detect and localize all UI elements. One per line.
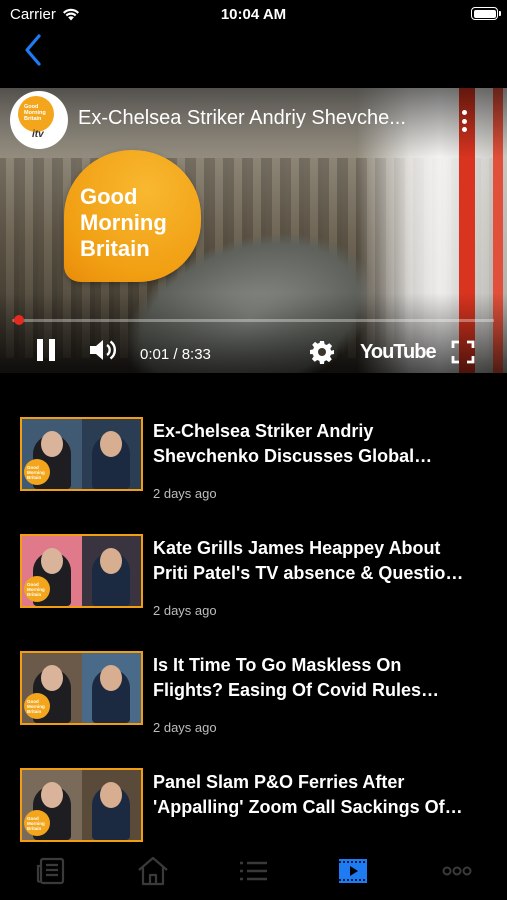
speaker-icon [90,340,117,360]
youtube-logo[interactable]: YouTube [360,341,437,364]
video-item-title[interactable]: Kate Grills James Heappey About Priti Pa… [153,536,473,586]
video-list-item[interactable]: Good Morning Britain Ex-Chelsea Striker And… [0,414,507,514]
thumb-face [40,431,63,457]
channel-logo-sun: Good Morning Britain [18,96,54,132]
video-title[interactable]: Ex-Chelsea Striker Andriy Shevche... [78,107,428,130]
tab-video[interactable] [336,856,370,886]
volume-button[interactable] [88,337,118,363]
thumb-panel-right [81,653,141,723]
progress-scrubber[interactable] [14,315,24,325]
video-item-date: 2 days ago [153,603,217,618]
more-icon [442,866,472,876]
clock: 10:04 AM [220,6,287,23]
badge-line-3: Britain [80,236,150,261]
video-list-item[interactable]: Good Morning Britain Kate Grills James Heap… [0,531,507,631]
tab-home[interactable] [136,856,170,886]
more-vertical-icon [461,110,467,115]
video-thumbnail[interactable]: Good Morning Britain [20,534,143,608]
gmb-logo-badge: Good Morning Britain [64,150,201,282]
thumb-badge-line: Britain [27,475,42,480]
video-item-date: 2 days ago [153,720,217,735]
thumb-badge-line: Britain [27,709,42,714]
thumb-face [100,782,123,808]
more-options-button[interactable] [457,108,471,134]
gear-icon [310,341,334,364]
progress-bar[interactable] [12,315,494,325]
thumb-gmb-badge: Good Morning Britain [24,810,50,836]
home-icon [138,856,168,886]
newspaper-icon [36,857,65,885]
video-item-title[interactable]: Is It Time To Go Maskless On Flights? Ea… [153,653,473,703]
thumb-panel-right [81,536,141,606]
video-thumbnail[interactable]: Good Morning Britain [20,768,143,842]
thumb-panel-right [81,419,141,489]
tab-list[interactable] [236,856,270,886]
tab-news[interactable] [36,856,70,886]
thumb-badge-line: Britain [27,826,42,831]
thumb-face [100,431,123,457]
thumb-gmb-badge: Good Morning Britain [24,459,50,485]
video-item-title[interactable]: Panel Slam P&O Ferries After 'Appalling'… [153,770,473,820]
thumb-face [100,665,123,691]
badge-line-1: Good [80,184,138,209]
tab-more[interactable] [440,856,474,886]
fullscreen-icon [451,340,475,364]
network-logo: itv [32,129,44,140]
more-vertical-dot [461,127,467,132]
video-list-item[interactable]: Good Morning Britain Is It Time To Go Maskl… [0,648,507,748]
thumb-face [40,665,63,691]
back-button[interactable] [20,32,48,68]
thumb-gmb-badge: Good Morning Britain [24,576,50,602]
channel-avatar[interactable]: Good Morning Britain itv [10,91,68,149]
time-display: 0:01 / 8:33 [140,346,211,363]
thumb-face [100,548,123,574]
thumb-face [40,782,63,808]
chevron-left-icon [25,34,41,66]
video-item-title[interactable]: Ex-Chelsea Striker Andriy Shevchenko Dis… [153,419,473,469]
channel-logo-line-3: Britain [24,116,42,122]
thumb-panel-right [81,770,141,840]
video-thumbnail[interactable]: Good Morning Britain [20,417,143,491]
status-bar: Carrier 10:04 AM [0,0,507,28]
thumb-badge-line: Britain [27,592,42,597]
thumb-face [40,548,63,574]
video-thumbnail[interactable]: Good Morning Britain [20,651,143,725]
video-item-date: 2 days ago [153,486,217,501]
tab-bar [0,848,507,900]
more-vertical-dot [461,118,467,124]
battery-full-icon [471,7,501,20]
video-player[interactable]: Good Morning Britain Good Morning Britai… [0,88,507,373]
list-icon [240,861,267,881]
fullscreen-button[interactable] [451,340,475,364]
thumb-gmb-badge: Good Morning Britain [24,693,50,719]
progress-played [12,319,13,322]
badge-line-2: Morning [80,210,167,235]
video-icon [339,859,367,883]
settings-button[interactable] [310,340,334,364]
pause-button[interactable] [36,339,56,361]
